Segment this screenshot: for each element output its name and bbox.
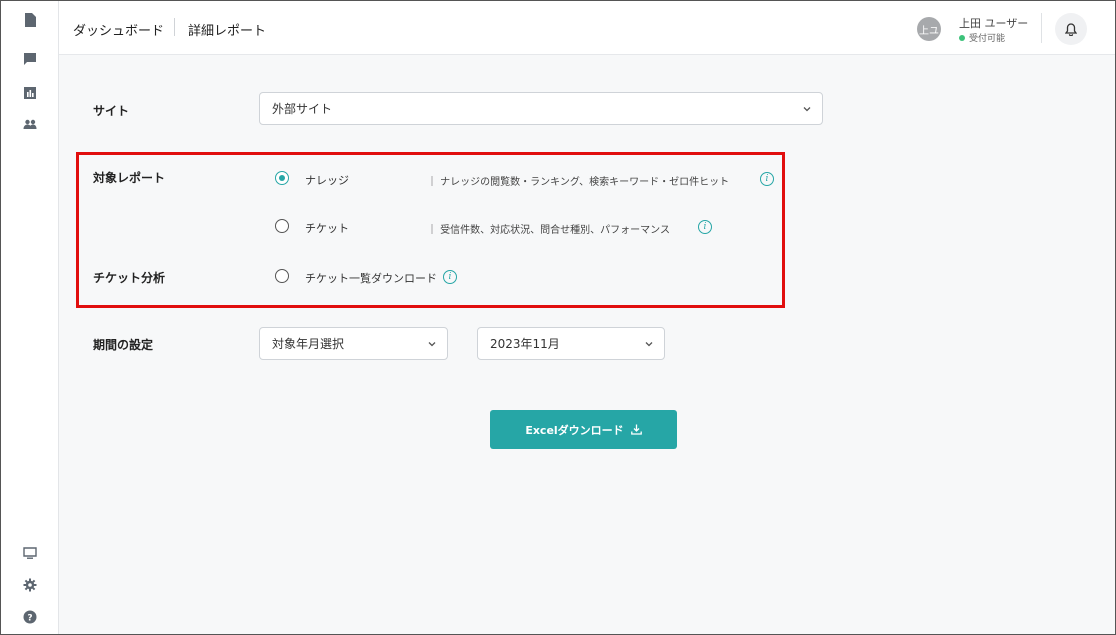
radio-ticket-list-download[interactable]: [275, 269, 289, 283]
radio-ticket[interactable]: [275, 219, 289, 233]
option-ticket-label[interactable]: チケット: [305, 220, 349, 236]
bell-icon: [1065, 22, 1077, 36]
monitor-icon[interactable]: [20, 543, 40, 563]
site-select-value: 外部サイト: [272, 102, 333, 116]
info-icon[interactable]: i: [698, 220, 712, 234]
period-month-select[interactable]: 2023年11月: [477, 327, 665, 360]
header-divider: [1041, 13, 1042, 43]
notification-button[interactable]: [1055, 13, 1087, 45]
option-ticket-list-download-label[interactable]: チケット一覧ダウンロード: [305, 270, 437, 286]
radio-knowledge[interactable]: [275, 171, 289, 185]
target-report-label: 対象レポート: [93, 171, 166, 185]
info-icon[interactable]: i: [443, 270, 457, 284]
option-ticket-description: ｜ 受信件数、対応状況、問合せ種別、パフォーマンス: [427, 225, 670, 236]
download-icon: [630, 424, 642, 435]
info-icon[interactable]: i: [760, 172, 774, 186]
chevron-down-icon: [428, 342, 436, 347]
top-header: ダッシュボード 詳細レポート 上ユ 上田 ユーザー 受付可能: [59, 1, 1115, 55]
period-type-select[interactable]: 対象年月選択: [259, 327, 448, 360]
app-window: ? ダッシュボード 詳細レポート 上ユ 上田 ユーザー 受付可能 サイト 外部サ…: [0, 0, 1116, 635]
user-status: 受付可能: [959, 31, 1005, 44]
ticket-analysis-label: チケット分析: [93, 271, 166, 285]
avatar[interactable]: 上ユ: [917, 17, 941, 41]
breadcrumb-detail-report: 詳細レポート: [188, 24, 267, 39]
period-label: 期間の設定: [93, 338, 154, 352]
gear-icon[interactable]: [20, 575, 40, 595]
option-knowledge-description: ｜ ナレッジの閲覧数・ランキング、検索キーワード・ゼロ件ヒット: [427, 177, 730, 188]
chat-icon[interactable]: [20, 49, 40, 69]
status-dot-icon: [959, 34, 965, 41]
period-type-value: 対象年月選択: [272, 337, 345, 351]
option-knowledge-label[interactable]: ナレッジ: [305, 172, 349, 188]
breadcrumb-dashboard[interactable]: ダッシュボード: [73, 20, 164, 39]
document-icon[interactable]: [20, 10, 40, 30]
site-label: サイト: [93, 104, 130, 118]
excel-download-button[interactable]: Excelダウンロード: [490, 410, 677, 449]
users-icon[interactable]: [20, 114, 40, 134]
chevron-down-icon: [645, 342, 653, 347]
user-name: 上田 ユーザー: [959, 17, 1029, 30]
breadcrumb-separator: [174, 18, 175, 36]
sidebar: ?: [1, 1, 59, 634]
chevron-down-icon: [803, 107, 811, 112]
chart-icon[interactable]: [20, 83, 40, 103]
excel-download-label: Excelダウンロード: [525, 423, 624, 437]
site-select[interactable]: 外部サイト: [259, 92, 823, 125]
help-icon[interactable]: ?: [20, 607, 40, 627]
user-status-text: 受付可能: [969, 34, 1006, 44]
svg-text:?: ?: [27, 614, 32, 624]
period-month-value: 2023年11月: [490, 337, 560, 351]
